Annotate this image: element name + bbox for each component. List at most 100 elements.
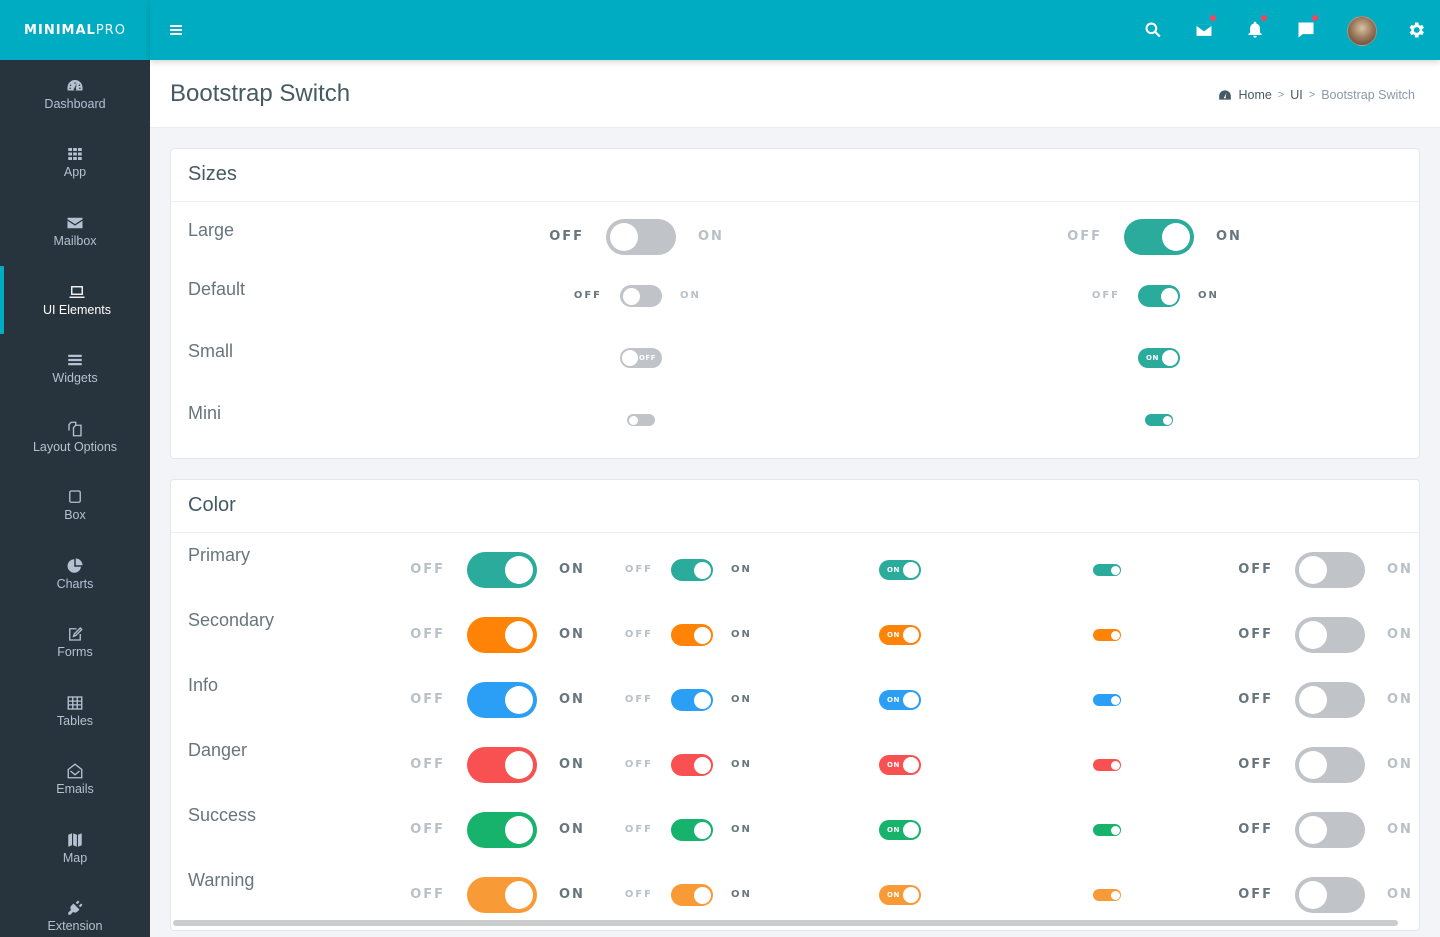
sidebar-item-label: Mailbox: [53, 234, 97, 248]
sidebar-item-emails[interactable]: Emails: [0, 745, 150, 813]
toggle-switch-on[interactable]: [1093, 889, 1121, 901]
toggle-switch-on[interactable]: ON: [879, 820, 921, 840]
toggle-switch-on[interactable]: [1093, 694, 1121, 706]
toggle-switch-on[interactable]: [1093, 824, 1121, 836]
toggle-knob: [622, 350, 638, 366]
sidebar-item-extension[interactable]: Extension: [0, 882, 150, 937]
toggle-switch-off[interactable]: [1295, 747, 1365, 783]
row-label: Secondary: [188, 610, 275, 630]
toggle-knob: [1160, 287, 1178, 305]
toggle-switch-on[interactable]: [1138, 285, 1180, 307]
toggle-switch-on[interactable]: ON: [879, 690, 921, 710]
brand-logo[interactable]: MINIMALPRO: [0, 0, 150, 60]
off-label: OFF: [549, 229, 584, 245]
sidebar-item-tables[interactable]: Tables: [0, 677, 150, 745]
toggle-switch-on[interactable]: [671, 624, 713, 646]
square-icon: [65, 488, 85, 506]
toggle-switch-on[interactable]: [671, 819, 713, 841]
sidebar-item-label: Emails: [56, 782, 94, 796]
toggle-switch-off[interactable]: [627, 414, 655, 426]
color-card: Color Primary OFF ON OFF ON ON OFF ON Secondary O…: [170, 479, 1420, 931]
toggle-switch-on[interactable]: [467, 877, 537, 913]
toggle-switch-off[interactable]: OFF: [620, 348, 662, 368]
toggle-switch-on[interactable]: [671, 689, 713, 711]
toggle-switch-on[interactable]: ON: [879, 625, 921, 645]
toggle-switch-off[interactable]: [606, 219, 676, 255]
mail-icon[interactable]: [1192, 15, 1216, 42]
toggle-switch-on[interactable]: [1145, 414, 1173, 426]
sidebar-item-label: Charts: [56, 577, 94, 591]
toggle-switch-on[interactable]: ON: [879, 755, 921, 775]
sidebar-item-mailbox[interactable]: Mailbox: [0, 197, 150, 265]
plug-icon: [65, 899, 85, 917]
sidebar-item-app[interactable]: App: [0, 128, 150, 196]
toggle-switch-off[interactable]: [1295, 682, 1365, 718]
sidebar-item-forms[interactable]: Forms: [0, 608, 150, 676]
row-label: Large: [188, 220, 235, 240]
sidebar: Dashboard App Mailbox UI Elements Widget…: [0, 60, 150, 937]
sidebar-item-ui-elements[interactable]: UI Elements: [0, 266, 150, 334]
card-title: Sizes: [188, 163, 237, 185]
toggle-knob: [1299, 881, 1327, 909]
toggle-switch-on[interactable]: [1124, 219, 1194, 255]
breadcrumb-separator: >: [1277, 89, 1285, 101]
toggle-switch-on[interactable]: ON: [879, 885, 921, 905]
toggle-knob: [693, 691, 711, 709]
toggle-switch-on[interactable]: [467, 812, 537, 848]
search-icon[interactable]: [1141, 18, 1165, 42]
toggle-switch-on[interactable]: [1093, 759, 1121, 771]
toggle-knob: [505, 621, 533, 649]
menu-toggle-icon[interactable]: [170, 25, 182, 35]
sidebar-item-label: Box: [64, 508, 86, 522]
breadcrumb-home[interactable]: Home: [1238, 88, 1271, 102]
on-label: ON: [698, 229, 724, 245]
toggle-switch-on[interactable]: [467, 617, 537, 653]
toggle-switch-on[interactable]: [467, 747, 537, 783]
toggle-switch-off[interactable]: [1295, 552, 1365, 588]
toggle-switch-on[interactable]: [1093, 629, 1121, 641]
toggle-switch-on[interactable]: [671, 754, 713, 776]
map-icon: [65, 831, 85, 849]
on-label: ON: [731, 629, 752, 640]
sidebar-item-map[interactable]: Map: [0, 814, 150, 882]
toggle-switch-on[interactable]: [467, 552, 537, 588]
toggle-knob: [1110, 630, 1120, 640]
toggle-knob: [903, 757, 919, 773]
off-label: OFF: [573, 290, 602, 301]
copy-icon: [65, 420, 85, 438]
sidebar-item-dashboard[interactable]: Dashboard: [0, 60, 150, 128]
toggle-switch-on[interactable]: [1093, 564, 1121, 576]
on-label: ON: [1387, 562, 1413, 578]
mail-notification-dot: [1210, 15, 1216, 21]
sidebar-item-label: Extension: [47, 919, 103, 933]
sidebar-item-widgets[interactable]: Widgets: [0, 334, 150, 402]
sidebar-item-charts[interactable]: Charts: [0, 540, 150, 608]
toggle-switch-on[interactable]: ON: [1138, 348, 1180, 368]
gear-icon[interactable]: [1404, 18, 1428, 42]
toggle-knob: [628, 415, 638, 425]
chat-icon[interactable]: [1294, 15, 1318, 42]
toggle-switch-on[interactable]: [671, 884, 713, 906]
on-label: ON: [559, 562, 585, 578]
bell-icon[interactable]: [1243, 15, 1267, 42]
sidebar-item-layout-options[interactable]: Layout Options: [0, 403, 150, 471]
toggle-knob: [505, 816, 533, 844]
horizontal-scrollbar[interactable]: [173, 920, 1398, 926]
toggle-inner-label: ON: [887, 565, 900, 574]
sidebar-item-box[interactable]: Box: [0, 471, 150, 539]
toggle-switch-on[interactable]: [467, 682, 537, 718]
toggle-inner-label: ON: [1146, 353, 1159, 362]
toggle-knob: [505, 556, 533, 584]
toggle-switch-off[interactable]: [1295, 812, 1365, 848]
toggle-switch-off[interactable]: [1295, 877, 1365, 913]
toggle-switch-on[interactable]: ON: [879, 560, 921, 580]
sidebar-item-label: App: [63, 165, 87, 179]
toggle-switch-off[interactable]: [1295, 617, 1365, 653]
table-icon: [65, 694, 85, 712]
breadcrumb-ui[interactable]: UI: [1290, 88, 1303, 102]
toggle-switch-off[interactable]: [620, 285, 662, 307]
on-label: ON: [731, 824, 752, 835]
toggle-knob: [693, 626, 711, 644]
avatar[interactable]: [1347, 16, 1377, 46]
toggle-switch-on[interactable]: [671, 559, 713, 581]
